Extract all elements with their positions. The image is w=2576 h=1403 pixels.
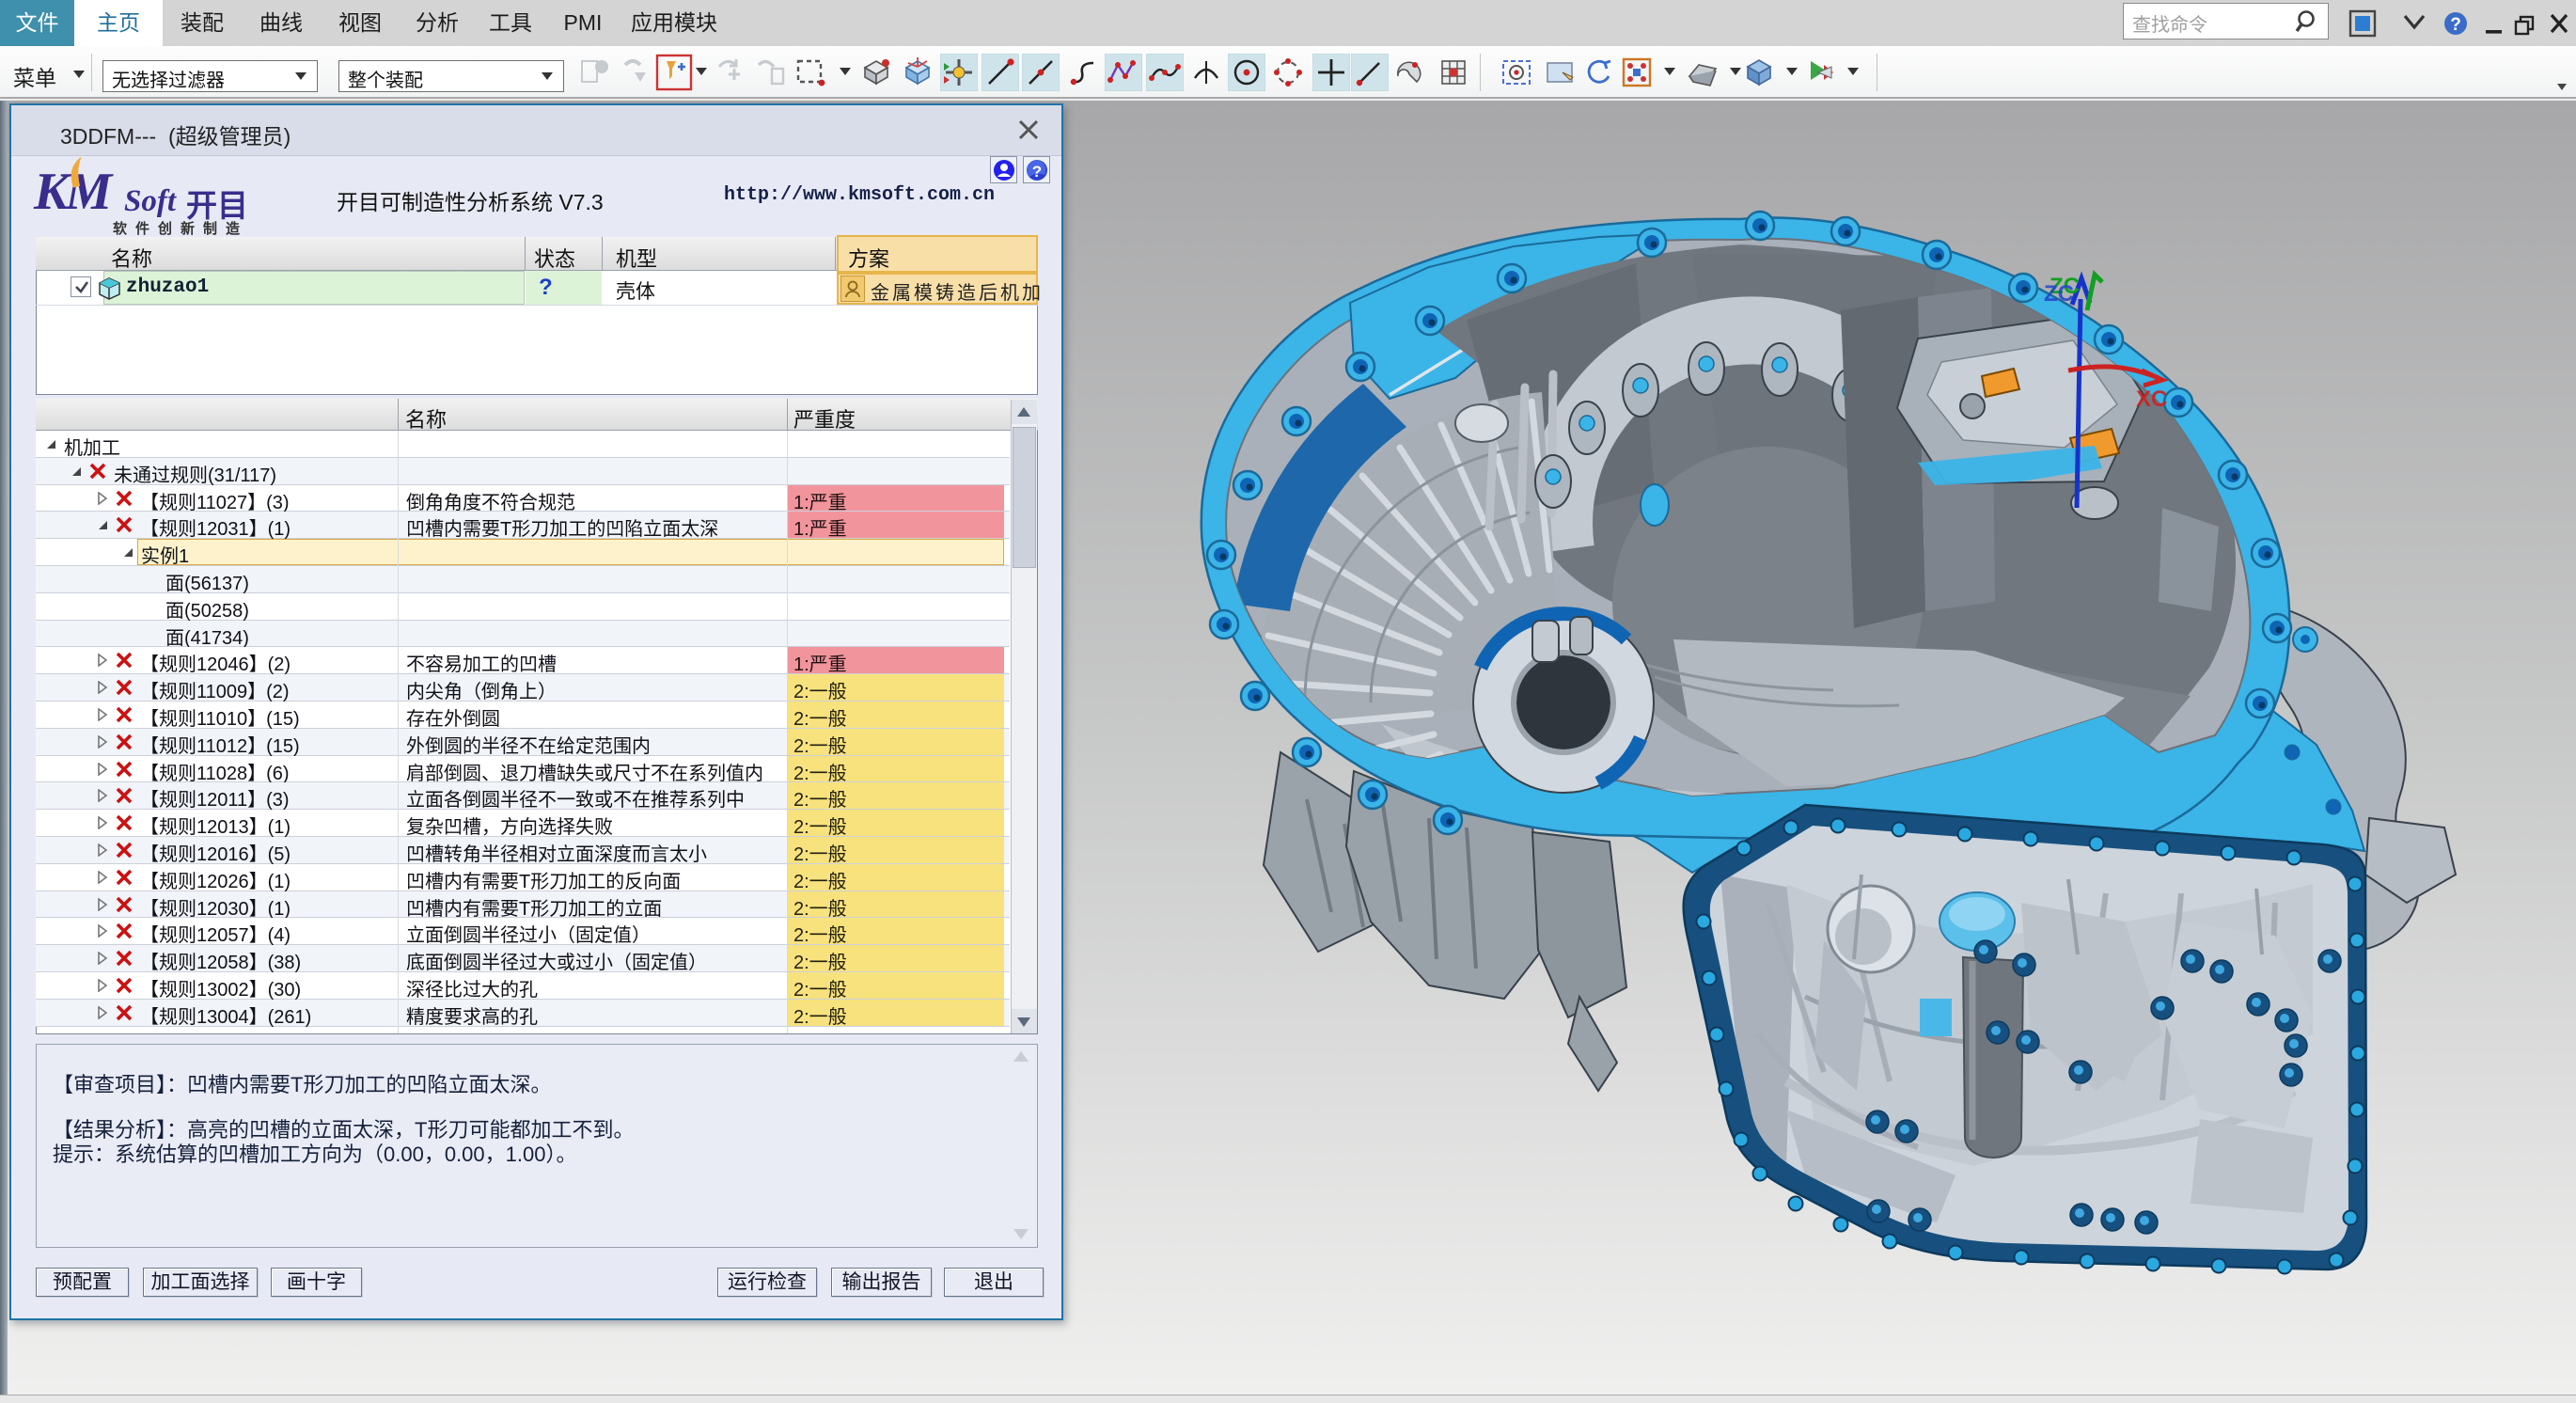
svg-text:XC: XC [2136,386,2167,412]
svg-text:?: ? [2450,15,2461,35]
svg-text:ZC: ZC [2044,281,2074,307]
svg-text:?: ? [1032,163,1042,181]
